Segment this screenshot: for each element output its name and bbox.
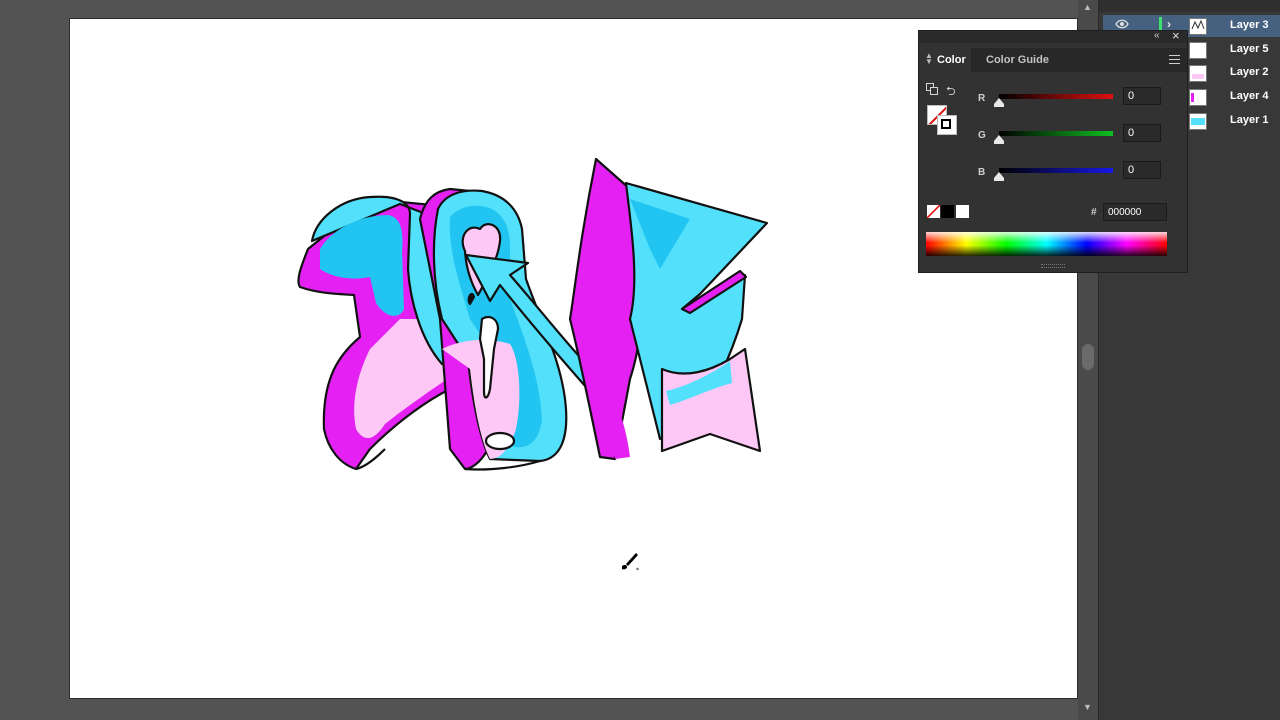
green-channel-label: G [978, 130, 986, 141]
close-icon[interactable]: × [1172, 28, 1180, 43]
blue-channel-label: B [978, 167, 986, 178]
default-fill-stroke-icon[interactable] [926, 83, 938, 95]
collapse-panel-icon[interactable]: « [1154, 30, 1160, 41]
chevron-right-icon[interactable]: › [1167, 17, 1171, 31]
tab-color-label[interactable]: Color [937, 54, 966, 66]
layer-thumbnail [1189, 18, 1207, 35]
blue-slider-thumb[interactable] [994, 172, 1004, 181]
hex-value-input[interactable] [1103, 203, 1167, 221]
svg-text:*: * [636, 567, 639, 574]
red-value-input[interactable] [1123, 87, 1161, 105]
color-panel: « × ▲▼ Color Color Guide ⮌ R G B # [918, 28, 1188, 273]
layer-thumbnail [1189, 89, 1207, 106]
green-slider-thumb[interactable] [994, 135, 1004, 144]
layer-name[interactable]: Layer 3 [1230, 19, 1269, 31]
scroll-down-arrow-icon[interactable]: ▼ [1083, 702, 1092, 712]
color-panel-tabs: ▲ ▼ Color Color Guide [919, 48, 1187, 72]
layer-thumbnail [1189, 42, 1207, 59]
red-channel-label: R [978, 93, 986, 104]
green-slider-track[interactable] [999, 131, 1113, 136]
eye-visibility-icon[interactable] [1115, 19, 1129, 29]
scrollbar-thumb[interactable] [1082, 344, 1094, 370]
none-color-swatch[interactable] [927, 205, 940, 218]
blue-value-input[interactable] [1123, 161, 1161, 179]
blue-slider-track[interactable] [999, 168, 1113, 173]
scroll-up-arrow-icon[interactable]: ▲ [1083, 2, 1092, 12]
red-slider-track[interactable] [999, 94, 1113, 99]
black-color-swatch[interactable] [941, 205, 954, 218]
red-slider-thumb[interactable] [994, 98, 1004, 107]
swap-fill-stroke-icon[interactable]: ⮌ [946, 82, 956, 103]
layer-thumbnail [1189, 113, 1207, 130]
layer-name[interactable]: Layer 2 [1230, 66, 1269, 78]
layer-name[interactable]: Layer 1 [1230, 114, 1269, 126]
tab-options-icon[interactable]: ▲ ▼ [925, 52, 933, 66]
color-spectrum-bar[interactable] [926, 232, 1167, 256]
panel-menu-icon[interactable] [1169, 55, 1180, 64]
green-value-input[interactable] [1123, 124, 1161, 142]
panel-resize-grip[interactable] [1041, 264, 1065, 268]
tab-color-guide[interactable]: Color Guide [986, 54, 1049, 66]
color-panel-titlebar[interactable]: « × [919, 28, 1187, 43]
hex-hash-label: # [1091, 207, 1097, 218]
layer-name[interactable]: Layer 5 [1230, 43, 1269, 55]
layer-name[interactable]: Layer 4 [1230, 90, 1269, 102]
stroke-color-swatch[interactable] [937, 115, 957, 135]
white-color-swatch[interactable] [956, 205, 969, 218]
layers-panel-header [1099, 0, 1280, 12]
tab-color[interactable]: ▲ ▼ Color [919, 48, 971, 72]
layer-thumbnail [1189, 65, 1207, 82]
paintbrush-cursor-icon: * [622, 553, 639, 574]
